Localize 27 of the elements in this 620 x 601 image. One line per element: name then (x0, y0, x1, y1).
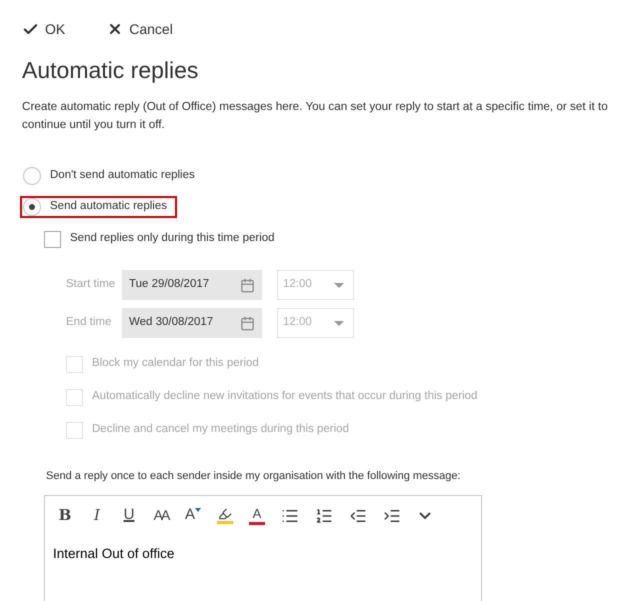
font-size-button[interactable]: AA (149, 504, 173, 528)
highlighter-icon (218, 507, 232, 521)
font-color-button[interactable]: A (245, 504, 270, 528)
ok-button[interactable]: OK (22, 19, 66, 39)
italic-button[interactable]: I (85, 504, 109, 528)
cancel-button[interactable]: Cancel (107, 19, 173, 39)
bold-button[interactable]: B (53, 504, 77, 528)
page-title: Automatic replies (22, 56, 200, 85)
message-editor[interactable]: B I U AA A A Internal Out of office (44, 494, 482, 601)
dropdown-arrow-icon (334, 320, 344, 326)
underline-button[interactable]: U (117, 504, 141, 528)
radio-option[interactable]: Don't send automatic replies (20, 165, 205, 187)
dropdown-arrow-icon (334, 282, 344, 288)
description: Create automatic reply (Out of Office) messages here. You can set your reply to start at a specific time, or set it to continue until you turn it off. (22, 99, 609, 133)
numbered-list-icon (315, 506, 334, 524)
chevron-down-icon (419, 512, 432, 519)
radio-option[interactable]: Send automatic replies (20, 196, 177, 218)
message-label: Send a reply once to each sender inside my organisation with the following message: (46, 469, 462, 484)
time-label: End time (66, 315, 112, 330)
checkbox[interactable] (44, 230, 61, 248)
caret-icon (195, 508, 202, 512)
calendar-icon (240, 316, 255, 330)
message-text: Internal Out of office (53, 544, 176, 562)
time-period-checkbox[interactable]: Send replies only during this time period (44, 230, 620, 248)
calendar-icon (240, 278, 255, 292)
grow-font-button[interactable]: A (181, 504, 206, 528)
time-label: Start time (66, 277, 116, 292)
